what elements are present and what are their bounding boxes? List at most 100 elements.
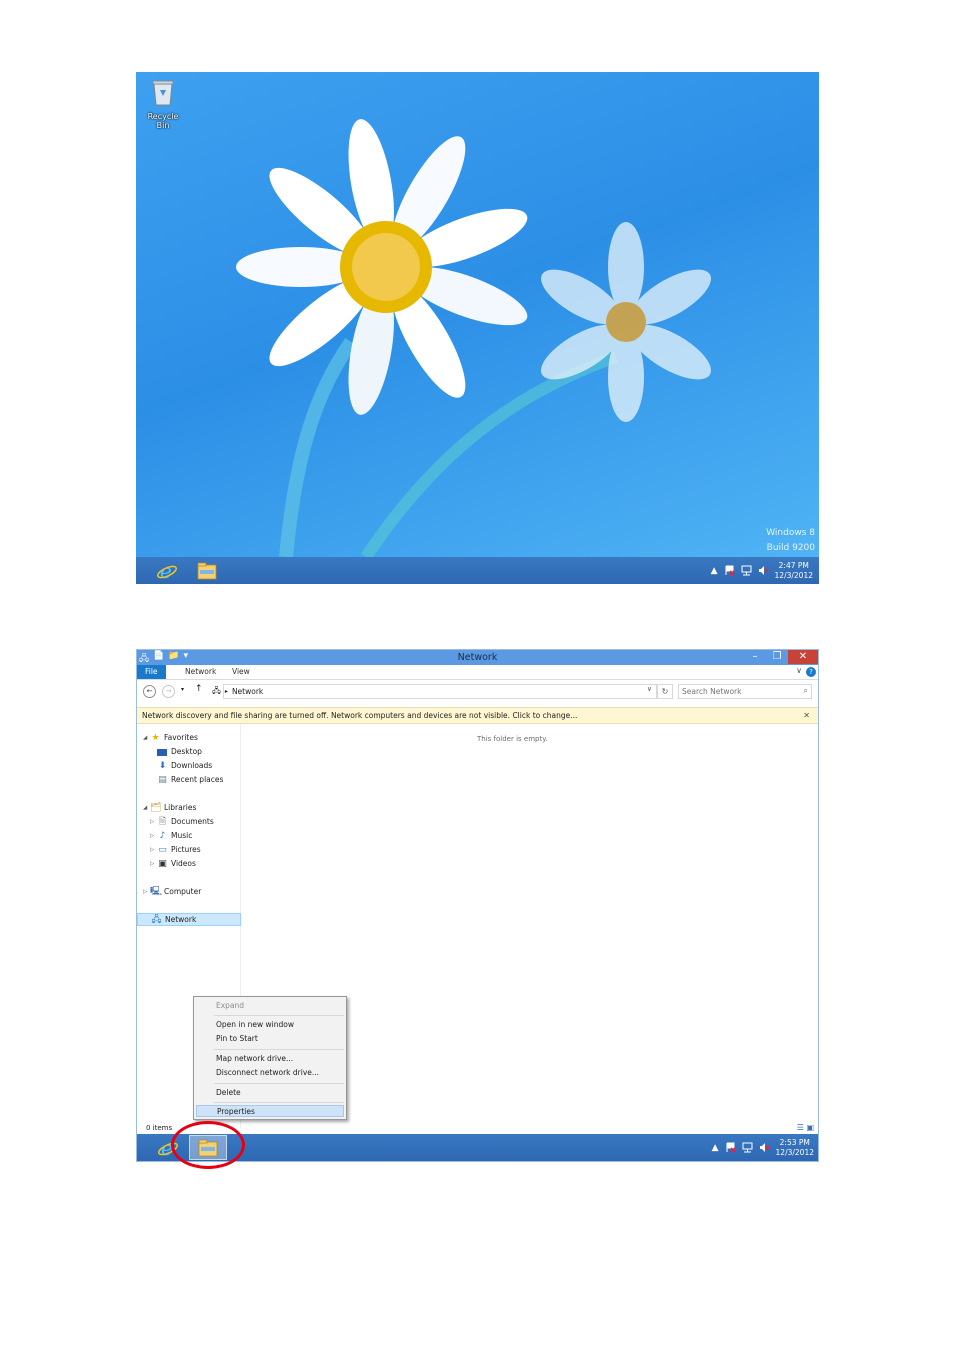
nav-network[interactable]: 🖧 Network xyxy=(137,913,241,926)
item-count: 0 items xyxy=(146,1124,173,1132)
nav-label: Libraries xyxy=(164,803,197,812)
nav-documents[interactable]: ▷ 🗎 Documents xyxy=(150,816,214,828)
action-center-icon[interactable] xyxy=(725,1142,736,1153)
address-path[interactable]: Network xyxy=(232,687,263,696)
restore-button[interactable]: ❐ xyxy=(766,650,788,664)
collapse-arrow-icon[interactable]: ◢ xyxy=(143,802,150,814)
explorer-window: 🖧 📄 📁 ▾ Network – ❐ ✕ File Network View … xyxy=(136,649,819,1162)
nav-videos[interactable]: ▷ ▣ Videos xyxy=(150,858,196,870)
collapse-arrow-icon[interactable]: ◢ xyxy=(143,732,150,744)
watermark-os: Windows 8 xyxy=(766,528,815,538)
watermark-build: Build 9200 xyxy=(766,543,815,553)
recycle-bin-shortcut[interactable]: Recycle Bin xyxy=(140,78,186,130)
up-arrow-icon[interactable]: ↑ xyxy=(195,684,203,694)
menu-item-delete[interactable]: Delete xyxy=(216,1087,241,1099)
nav-desktop[interactable]: Desktop xyxy=(157,746,202,758)
desktop-screenshot: Recycle Bin Windows 8 Build 9200 e ▲ 2:4… xyxy=(136,72,819,584)
volume-muted-icon[interactable] xyxy=(758,565,769,576)
nav-label: Desktop xyxy=(171,747,202,756)
menu-item-disconnect-network-drive[interactable]: Disconnect network drive... xyxy=(216,1067,319,1079)
ribbon-tabs: File Network View ∨ ? xyxy=(137,665,818,680)
navigation-pane: ◢ ★ Favorites Desktop ⬇ Downloads ▤ Rece… xyxy=(137,724,347,1128)
system-tray: ▲ 2:53 PM 12/3/2012 xyxy=(712,1134,814,1161)
menu-separator xyxy=(214,1015,344,1016)
nav-music[interactable]: ▷ ♪ Music xyxy=(150,830,192,842)
pictures-icon: ▭ xyxy=(158,845,167,855)
menu-separator xyxy=(214,1102,344,1103)
nav-computer[interactable]: ▷ 🖳 Computer xyxy=(143,886,201,898)
empty-folder-message: This folder is empty. xyxy=(477,735,548,743)
infobar-message[interactable]: Network discovery and file sharing are t… xyxy=(142,711,577,720)
menu-item-map-network-drive[interactable]: Map network drive... xyxy=(216,1053,293,1065)
back-button[interactable]: ← xyxy=(143,685,156,698)
nav-recent-places[interactable]: ▤ Recent places xyxy=(157,774,223,786)
nav-libraries[interactable]: ◢ 🗂 Libraries xyxy=(143,802,196,814)
network-discovery-infobar[interactable]: Network discovery and file sharing are t… xyxy=(137,707,818,724)
details-view-icon[interactable]: ☰ xyxy=(797,1123,804,1132)
taskbar-clock[interactable]: 2:47 PM 12/3/2012 xyxy=(775,561,813,581)
recycle-bin-label: Recycle Bin xyxy=(147,112,179,130)
tab-file[interactable]: File xyxy=(137,665,166,679)
videos-icon: ▣ xyxy=(158,859,167,869)
nav-label: Videos xyxy=(171,859,196,868)
daisy-wallpaper xyxy=(236,119,711,557)
show-hidden-icons-icon[interactable]: ▲ xyxy=(712,1143,719,1153)
expand-arrow-icon[interactable]: ▷ xyxy=(143,886,150,898)
documents-icon: 🗎 xyxy=(158,817,167,827)
nav-label: Music xyxy=(171,831,193,840)
clock-date: 12/3/2012 xyxy=(774,570,813,580)
taskbar-internet-explorer[interactable]: e xyxy=(148,558,186,583)
nav-pictures[interactable]: ▷ ▭ Pictures xyxy=(150,844,201,856)
clock-date: 12/3/2012 xyxy=(775,1147,814,1157)
show-hidden-icons-icon[interactable]: ▲ xyxy=(711,566,718,576)
downloads-icon: ⬇ xyxy=(158,761,167,771)
expand-arrow-icon[interactable]: ▷ xyxy=(150,844,157,856)
address-bar[interactable]: 🖧 ▸ Network ∨ xyxy=(212,684,657,699)
menu-item-open-new-window[interactable]: Open in new window xyxy=(216,1019,294,1031)
network-icon[interactable] xyxy=(741,565,752,576)
system-tray: ▲ 2:47 PM 12/3/2012 xyxy=(711,557,813,584)
breadcrumb-separator-icon[interactable]: ▸ xyxy=(225,688,228,695)
expand-arrow-icon[interactable]: ▷ xyxy=(150,858,157,870)
recycle-bin-icon xyxy=(152,80,174,106)
menu-item-expand[interactable]: Expand xyxy=(216,1000,244,1012)
taskbar-file-explorer[interactable] xyxy=(188,558,226,583)
expand-arrow-icon[interactable]: ▷ xyxy=(150,816,157,828)
tab-view[interactable]: View xyxy=(224,665,258,679)
menu-item-properties[interactable]: Properties xyxy=(196,1105,344,1117)
nav-label: Documents xyxy=(171,817,214,826)
nav-label: Network xyxy=(165,914,197,924)
infobar-close-icon[interactable]: ✕ xyxy=(803,708,810,723)
menu-separator xyxy=(214,1049,344,1050)
build-watermark: Windows 8 Build 9200 xyxy=(766,526,815,556)
window-title: Network xyxy=(457,652,498,663)
title-bar[interactable]: 🖧 📄 📁 ▾ Network – ❐ ✕ xyxy=(137,650,818,665)
internet-explorer-icon: e xyxy=(157,560,177,582)
close-button[interactable]: ✕ xyxy=(788,650,818,664)
refresh-button[interactable]: ↻ xyxy=(657,684,673,699)
menu-item-pin-to-start[interactable]: Pin to Start xyxy=(216,1033,258,1045)
tab-network[interactable]: Network xyxy=(177,665,224,679)
large-icons-view-icon[interactable]: ▣ xyxy=(806,1123,814,1132)
music-icon: ♪ xyxy=(159,831,166,841)
forward-button[interactable]: → xyxy=(162,685,175,698)
nav-favorites[interactable]: ◢ ★ Favorites xyxy=(143,732,198,744)
nav-downloads[interactable]: ⬇ Downloads xyxy=(157,760,212,772)
recent-locations-icon[interactable]: ▾ xyxy=(181,686,184,693)
expand-arrow-icon[interactable]: ▷ xyxy=(150,830,157,842)
help-icon[interactable]: ? xyxy=(806,667,816,677)
search-input[interactable] xyxy=(682,687,792,696)
volume-muted-icon[interactable] xyxy=(759,1142,770,1153)
network-icon[interactable] xyxy=(742,1142,753,1153)
minimize-button[interactable]: – xyxy=(744,650,766,664)
expand-ribbon-icon[interactable]: ∨ xyxy=(796,666,802,675)
address-dropdown-icon[interactable]: ∨ xyxy=(647,685,652,693)
taskbar-clock[interactable]: 2:53 PM 12/3/2012 xyxy=(776,1138,814,1158)
search-icon[interactable]: ⌕ xyxy=(804,686,808,696)
menu-separator xyxy=(214,1083,344,1084)
nav-label: Recent places xyxy=(171,775,224,784)
nav-label: Favorites xyxy=(164,733,198,742)
search-box[interactable]: ⌕ xyxy=(678,684,812,699)
action-center-icon[interactable] xyxy=(724,565,735,576)
nav-label: Computer xyxy=(164,887,202,896)
